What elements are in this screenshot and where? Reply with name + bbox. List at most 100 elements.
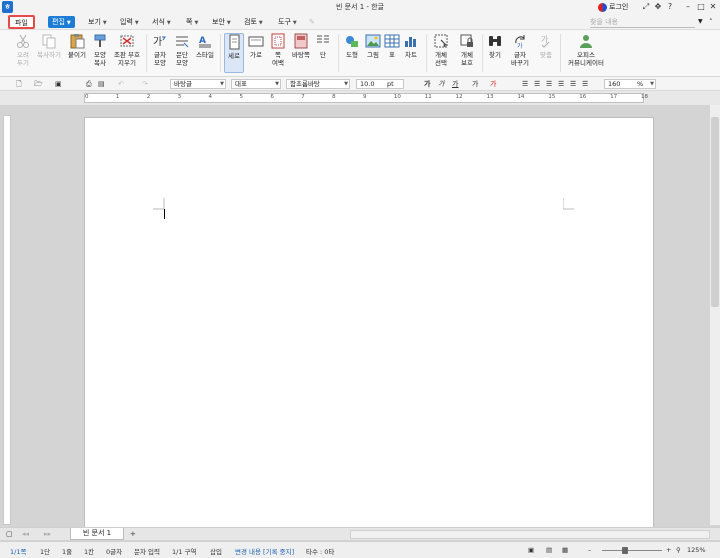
- quick-tool-icon[interactable]: ✎: [305, 16, 319, 28]
- ribbon-collapse-icon[interactable]: ˄: [705, 16, 717, 28]
- vertical-page-button[interactable]: 세로: [224, 33, 244, 73]
- status-chars: 0글자: [106, 548, 123, 556]
- status-insert-mode[interactable]: 삽입: [210, 546, 222, 556]
- ruler-tick-label: 12: [455, 94, 463, 100]
- align-left-icon[interactable]: ☰: [534, 79, 540, 89]
- clear-format-button[interactable]: 조판 부호 지우기: [112, 33, 142, 67]
- picture-button[interactable]: 그림: [364, 33, 382, 59]
- bold-button[interactable]: 가: [424, 79, 430, 89]
- tab-nav-last-icon[interactable]: ▸▸: [44, 529, 51, 539]
- menu-review[interactable]: 검토 ▼: [240, 16, 267, 28]
- format-copy-button[interactable]: 모양 복사: [90, 33, 110, 67]
- add-tab-button[interactable]: +: [130, 529, 136, 539]
- office-communicator-button[interactable]: 오피스 커뮤니케이터: [564, 33, 608, 67]
- spell-check-icon: 가: [538, 33, 554, 49]
- para-shape-button[interactable]: 문단 모양: [172, 33, 192, 67]
- document-page[interactable]: [84, 117, 654, 537]
- underline-button[interactable]: 가: [452, 79, 458, 89]
- object-select-button[interactable]: 개체 선택: [430, 33, 452, 67]
- strikethrough-button[interactable]: 가: [472, 79, 478, 89]
- maximize-icon[interactable]: □: [695, 1, 707, 13]
- svg-text:가: 가: [517, 42, 523, 49]
- menu-format[interactable]: 서식 ▼: [148, 16, 175, 28]
- split-align-icon[interactable]: ☰: [582, 79, 588, 89]
- menu-page[interactable]: 쪽 ▼: [182, 16, 202, 28]
- new-document-icon[interactable]: 🗋: [16, 79, 22, 89]
- italic-button[interactable]: 가: [438, 79, 444, 89]
- format-copy-label: 모양 복사: [94, 51, 106, 67]
- fullscreen-icon[interactable]: ⤢: [640, 1, 652, 13]
- search-input[interactable]: 찾을 내용: [590, 17, 695, 28]
- align-center-icon[interactable]: ☰: [546, 79, 552, 89]
- shape-button[interactable]: 도형: [342, 33, 362, 59]
- distribute-icon[interactable]: ☰: [570, 79, 576, 89]
- scrollbar-thumb[interactable]: [711, 117, 719, 307]
- help-icon[interactable]: ?: [664, 1, 676, 13]
- web-view-icon[interactable]: ▦: [562, 546, 568, 554]
- open-folder-icon[interactable]: 🗁: [34, 79, 43, 89]
- style-name-select[interactable]: 바탕글 ▼: [170, 79, 226, 89]
- print-icon[interactable]: ⎙: [86, 79, 92, 89]
- clear-marks-icon: [119, 33, 135, 49]
- zoom-slider-handle[interactable]: [622, 547, 628, 554]
- status-page[interactable]: 1/1쪽: [10, 546, 26, 556]
- menu-tools[interactable]: 도구 ▼: [274, 16, 301, 28]
- find-button[interactable]: 찾기: [486, 33, 504, 59]
- background-page-button[interactable]: 바탕쪽: [290, 33, 312, 59]
- zoom-slider[interactable]: [602, 550, 662, 551]
- minimize-icon[interactable]: –: [682, 1, 694, 13]
- paste-button[interactable]: 붙이기: [66, 33, 88, 59]
- ruler-tick-label: 7: [301, 94, 305, 100]
- horizontal-ruler[interactable]: 0 1 2 3 4 5 6 7 8 9 10 11 12 13 14 15 16 17 18: [84, 93, 648, 103]
- menu-page-label: 쪽: [186, 18, 193, 26]
- vertical-scrollbar[interactable]: [710, 105, 720, 525]
- cut-button[interactable]: 오려 두기: [12, 33, 34, 67]
- menu-edit[interactable]: 편집 ▼: [48, 16, 75, 28]
- font-size-input[interactable]: 10.0 pt: [356, 79, 404, 89]
- vertical-ruler[interactable]: [3, 115, 11, 525]
- chart-button[interactable]: 차트: [402, 33, 420, 59]
- menu-security[interactable]: 보안 ▼: [208, 16, 235, 28]
- char-shape-icon: 가: [152, 33, 168, 49]
- tab-nav-first-icon[interactable]: ◂◂: [22, 529, 29, 539]
- menu-view[interactable]: 보기 ▼: [84, 16, 111, 28]
- object-protect-button[interactable]: 개체 보호: [456, 33, 478, 67]
- font-color-button[interactable]: 가: [490, 79, 496, 89]
- document-area[interactable]: [14, 105, 710, 537]
- font-select[interactable]: 함초롬바탕 ▼: [286, 79, 350, 89]
- columns-button[interactable]: 단: [314, 33, 332, 59]
- zoom-out-icon[interactable]: –: [588, 546, 591, 554]
- status-track-changes[interactable]: 변경 내용 [기록 중지]: [235, 546, 294, 556]
- undo-icon[interactable]: ↶: [118, 79, 124, 89]
- style-type-select[interactable]: 대표 ▼: [231, 79, 281, 89]
- table-button[interactable]: 표: [384, 33, 400, 59]
- redo-icon[interactable]: ↷: [142, 79, 148, 89]
- normal-view-icon[interactable]: ▣: [528, 546, 534, 554]
- shape-label: 도형: [346, 51, 358, 59]
- magnifier-icon[interactable]: ⚲: [676, 546, 681, 554]
- horizontal-page-button[interactable]: 가로: [246, 33, 266, 59]
- horizontal-scrollbar[interactable]: [350, 530, 710, 539]
- status-zoom[interactable]: 125%: [687, 546, 706, 554]
- close-icon[interactable]: ✕: [707, 1, 719, 13]
- char-replace-button[interactable]: 가 글자 바꾸기: [508, 33, 532, 67]
- tab-list-icon[interactable]: ▢: [6, 529, 13, 539]
- page-view-icon[interactable]: ▤: [546, 546, 552, 554]
- pin-icon[interactable]: ✥: [652, 1, 664, 13]
- chevron-down-icon: ▼: [292, 20, 297, 26]
- align-justify-icon[interactable]: ☰: [522, 79, 528, 89]
- page-margin-button[interactable]: 쪽 여백: [268, 33, 288, 67]
- preview-icon[interactable]: ▤: [98, 79, 105, 89]
- spell-check-button[interactable]: 가 맞춤: [536, 33, 556, 59]
- menu-insert[interactable]: 입력 ▼: [116, 16, 143, 28]
- style-button[interactable]: A 스타일: [194, 33, 216, 59]
- zoom-select[interactable]: 160% ▼: [604, 79, 656, 89]
- copy-button[interactable]: 복사하기: [36, 33, 62, 59]
- save-icon[interactable]: ▣: [55, 79, 62, 89]
- align-right-icon[interactable]: ☰: [558, 79, 564, 89]
- tab-document-1[interactable]: 빈 문서 1: [70, 528, 124, 540]
- zoom-in-icon[interactable]: +: [666, 546, 671, 554]
- char-shape-button[interactable]: 가 글자 모양: [150, 33, 170, 67]
- ruler-tick-label: 8: [332, 94, 336, 100]
- menu-file[interactable]: 파일: [8, 15, 35, 29]
